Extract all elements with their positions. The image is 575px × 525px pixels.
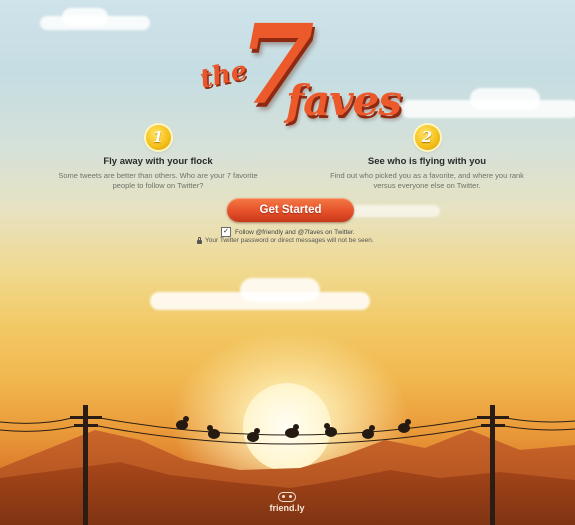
step-two-title: See who is flying with you (367, 156, 487, 167)
friendly-brand-text: friend.ly (269, 503, 305, 513)
step-one: 1 Fly away with your flock Some tweets a… (53, 125, 263, 191)
follow-option: ✓ Follow @friendly and @7faves on Twitte… (221, 227, 355, 237)
get-started-button[interactable]: Get Started (227, 198, 354, 222)
privacy-notice-text: Your Twitter password or direct messages… (205, 237, 374, 244)
friendly-footer-logo[interactable]: friend.ly (262, 492, 312, 513)
birds (176, 416, 411, 442)
landing-page: the 7 faves 1 Fly away with your flock S… (0, 0, 575, 525)
step-one-badge: 1 (145, 125, 171, 150)
step-one-description: Some tweets are better than others. Who … (58, 171, 258, 190)
follow-label: Follow @friendly and @7faves on Twitter. (235, 228, 355, 236)
lock-icon (197, 236, 202, 244)
step-two-badge: 2 (414, 125, 440, 150)
friendly-logo-icon (278, 492, 296, 502)
step-two: 2 See who is flying with you Find out wh… (322, 125, 532, 191)
follow-checkbox[interactable]: ✓ (221, 227, 231, 237)
step-two-description: Find out who picked you as a favorite, a… (330, 171, 524, 190)
step-one-title: Fly away with your flock (103, 156, 213, 167)
seven-faves-logo: the 7 faves (196, 10, 402, 136)
logo-faves-text: faves (286, 76, 402, 125)
privacy-notice: Your Twitter password or direct messages… (197, 236, 374, 244)
